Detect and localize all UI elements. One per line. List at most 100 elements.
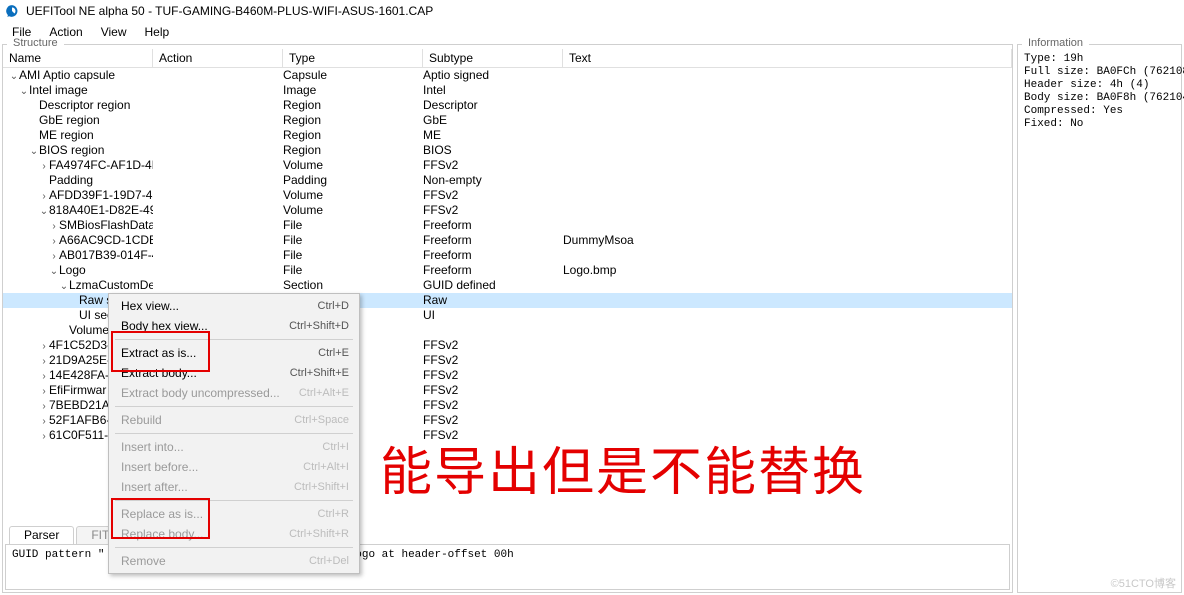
ctx-item[interactable]: Hex view...Ctrl+D [109, 296, 359, 316]
expand-closed-icon[interactable]: › [39, 414, 49, 428]
expand-closed-icon[interactable]: › [39, 189, 49, 203]
tree-cell-text [563, 143, 1012, 158]
expand-closed-icon[interactable]: › [39, 384, 49, 398]
tree-row[interactable]: ›A66AC9CD-1CDE-48… FileFreeformDummyMsoa [3, 233, 1012, 248]
tree-cell-subtype: Freeform [423, 233, 563, 248]
tree-cell-name: ⌄Intel image [3, 83, 153, 98]
tree-cell-text [563, 173, 1012, 188]
tree-cell-type: Image [283, 83, 423, 98]
tree-cell-action [153, 248, 283, 263]
tree-cell-text [563, 278, 1012, 293]
expand-open-icon[interactable]: ⌄ [19, 84, 29, 98]
ctx-separator [115, 433, 353, 434]
tree-row[interactable]: ⌄LzmaCustomDecom…SectionGUID defined [3, 278, 1012, 293]
ctx-shortcut: Ctrl+Space [294, 414, 349, 426]
tree-row[interactable]: GbE regionRegionGbE [3, 113, 1012, 128]
tree-cell-subtype: Intel [423, 83, 563, 98]
tree-cell-text [563, 323, 1012, 338]
ctx-item[interactable]: Body hex view...Ctrl+Shift+D [109, 316, 359, 336]
col-subtype[interactable]: Subtype [423, 49, 563, 67]
expand-open-icon[interactable]: ⌄ [39, 204, 49, 218]
expand-closed-icon[interactable]: › [39, 354, 49, 368]
tree-row[interactable]: ⌄Intel image ImageIntel [3, 83, 1012, 98]
tree-cell-type: File [283, 233, 423, 248]
ctx-item: Insert into...Ctrl+I [109, 437, 359, 457]
tree-cell-subtype: UI [423, 308, 563, 323]
tree-row[interactable]: Descriptor regionRegionDescriptor [3, 98, 1012, 113]
tree-cell-name: ⌄BIOS region [3, 143, 153, 158]
tree-cell-action [153, 143, 283, 158]
tree-cell-name: ›AFDD39F1-19D7-4501… [3, 188, 153, 203]
ctx-shortcut: Ctrl+Shift+D [289, 320, 349, 332]
information-panel: Information Type: 19h Full size: BA0FCh … [1017, 44, 1182, 593]
ctx-item[interactable]: Extract as is...Ctrl+E [109, 343, 359, 363]
tree-row[interactable]: ⌄AMI Aptio capsuleCapsuleAptio signed [3, 68, 1012, 83]
ctx-separator [115, 339, 353, 340]
expand-closed-icon[interactable]: › [49, 249, 59, 263]
tree-cell-type: Padding [283, 173, 423, 188]
tree-cell-action [153, 68, 283, 83]
window-title: UEFITool NE alpha 50 - TUF-GAMING-B460M-… [26, 4, 433, 18]
tree-cell-type: Region [283, 143, 423, 158]
expand-closed-icon[interactable]: › [39, 429, 49, 443]
col-text[interactable]: Text [563, 49, 1012, 67]
ctx-label: Extract as is... [121, 346, 318, 360]
tree-cell-text [563, 293, 1012, 308]
tree-row[interactable]: ⌄LogoFileFreeformLogo.bmp [3, 263, 1012, 278]
tree-cell-type: File [283, 218, 423, 233]
menu-view[interactable]: View [93, 24, 135, 40]
tree-cell-subtype: FFSv2 [423, 188, 563, 203]
tree-cell-type: Section [283, 278, 423, 293]
ctx-item[interactable]: Extract body...Ctrl+Shift+E [109, 363, 359, 383]
expand-closed-icon[interactable]: › [49, 219, 59, 233]
ctx-separator [115, 406, 353, 407]
tree-cell-subtype: Freeform [423, 263, 563, 278]
tree-cell-text: DummyMsoa [563, 233, 1012, 248]
context-menu[interactable]: Hex view...Ctrl+DBody hex view...Ctrl+Sh… [108, 293, 360, 574]
col-type[interactable]: Type [283, 49, 423, 67]
title-bar: UEFITool NE alpha 50 - TUF-GAMING-B460M-… [0, 0, 1184, 22]
tree-cell-text [563, 68, 1012, 83]
expand-open-icon[interactable]: ⌄ [9, 69, 19, 83]
expand-closed-icon[interactable]: › [39, 339, 49, 353]
ctx-label: Extract body uncompressed... [121, 386, 299, 400]
tree-cell-type: File [283, 248, 423, 263]
tree-row[interactable]: ›AB017B39-014F-4A…FileFreeform [3, 248, 1012, 263]
ctx-item: Extract body uncompressed...Ctrl+Alt+E [109, 383, 359, 403]
tree-row[interactable]: PaddingPaddingNon-empty [3, 173, 1012, 188]
tree-row[interactable]: ›AFDD39F1-19D7-4501…VolumeFFSv2 [3, 188, 1012, 203]
menu-help[interactable]: Help [137, 24, 178, 40]
tree-cell-action [153, 83, 283, 98]
tree-row[interactable]: ME regionRegionME [3, 128, 1012, 143]
tree-cell-subtype: FFSv2 [423, 413, 563, 428]
tree-cell-text [563, 218, 1012, 233]
expand-closed-icon[interactable]: › [39, 159, 49, 173]
tree-cell-name: ›A66AC9CD-1CDE-48… [3, 233, 153, 248]
expand-open-icon[interactable]: ⌄ [59, 279, 69, 293]
app-icon [4, 3, 20, 19]
expand-closed-icon[interactable]: › [39, 399, 49, 413]
tree-cell-type: File [283, 263, 423, 278]
tab-parser[interactable]: Parser [9, 526, 74, 544]
information-title: Information [1022, 37, 1089, 49]
tree-cell-text [563, 398, 1012, 413]
tree-row[interactable]: ⌄818A40E1-D82E-497D…VolumeFFSv2 [3, 203, 1012, 218]
expand-closed-icon[interactable]: › [39, 369, 49, 383]
col-name[interactable]: Name [3, 49, 153, 67]
tree-row[interactable]: ⌄BIOS region RegionBIOS [3, 143, 1012, 158]
col-action[interactable]: Action [153, 49, 283, 67]
tree-cell-text [563, 98, 1012, 113]
expand-open-icon[interactable]: ⌄ [29, 144, 39, 158]
expand-open-icon[interactable]: ⌄ [49, 264, 59, 278]
tree-row[interactable]: ›SMBiosFlashDataFileFreeform [3, 218, 1012, 233]
tree-cell-action [153, 218, 283, 233]
tree-cell-action [153, 188, 283, 203]
tree-cell-subtype: BIOS [423, 143, 563, 158]
ctx-shortcut: Ctrl+Alt+E [299, 387, 349, 399]
tree-cell-subtype: FFSv2 [423, 338, 563, 353]
tree-cell-name: GbE region [3, 113, 153, 128]
tree-row[interactable]: ›FA4974FC-AF1D-4E5D…VolumeFFSv2 [3, 158, 1012, 173]
tree-cell-name: ⌄Logo [3, 263, 153, 278]
expand-closed-icon[interactable]: › [49, 234, 59, 248]
tree-cell-text [563, 413, 1012, 428]
